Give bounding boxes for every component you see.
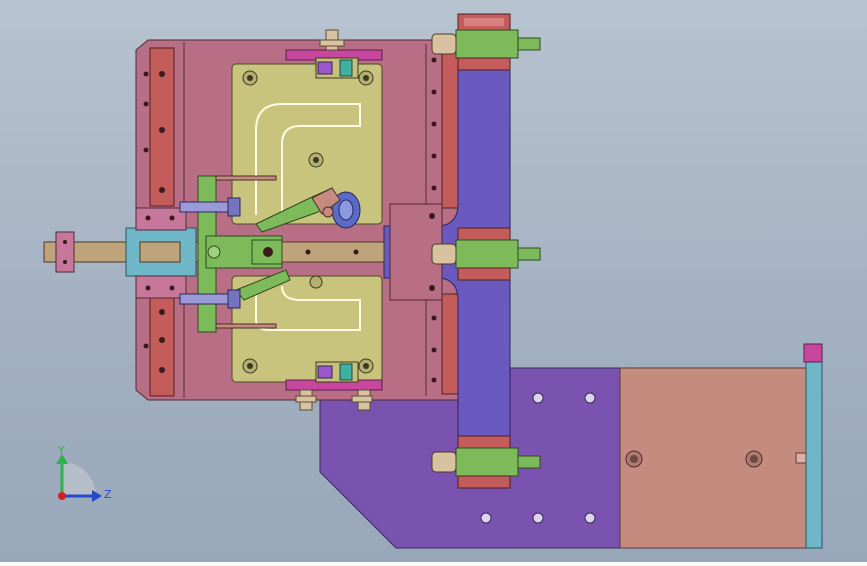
triad-z-label: Z	[104, 488, 112, 501]
cylinder-bottom	[455, 447, 519, 477]
right-rail-bottom	[441, 293, 459, 395]
right-rail-top	[441, 47, 459, 209]
cylinder-top	[455, 29, 519, 59]
cad-viewport[interactable]: Y Z	[0, 0, 867, 562]
coordinate-triad: Y Z	[56, 444, 112, 502]
triad-origin	[58, 492, 66, 500]
cyan-strip	[805, 361, 823, 549]
magenta-cap	[803, 343, 823, 363]
triad-y-label: Y	[57, 444, 65, 457]
slider-end-stop	[55, 231, 75, 273]
cylinder-middle	[455, 239, 519, 269]
assembly-drawing: Y Z	[43, 13, 823, 549]
salmon-block	[619, 367, 809, 549]
